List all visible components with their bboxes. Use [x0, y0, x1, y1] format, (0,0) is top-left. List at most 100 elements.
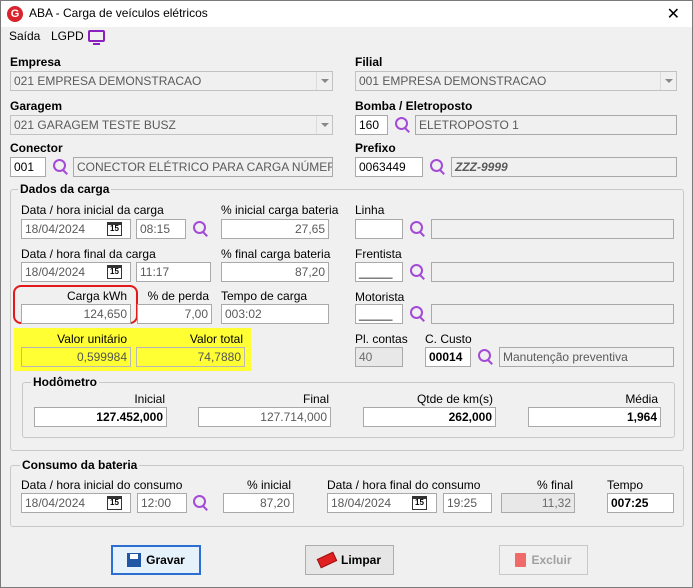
- calendar-icon[interactable]: 15: [107, 222, 122, 236]
- ccusto-label: C. Custo: [425, 332, 472, 346]
- hod-final-input[interactable]: 127.714,000: [198, 407, 331, 427]
- search-icon[interactable]: [408, 305, 426, 323]
- linha-label: Linha: [355, 203, 385, 217]
- prefixo-code-input[interactable]: 0063449: [355, 157, 423, 177]
- cons-hr-ini-input[interactable]: 12:00: [137, 493, 187, 513]
- bomba-desc-field: ELETROPOSTO 1: [415, 115, 677, 135]
- dt-ini-carga-date-value: 18/04/2024: [25, 222, 86, 236]
- main-window: G ABA - Carga de veículos elétricos ✕ Sa…: [0, 0, 693, 588]
- hodometro-title: Hodômetro: [31, 375, 99, 389]
- app-logo-icon: G: [7, 6, 23, 22]
- search-icon[interactable]: [428, 158, 446, 176]
- conector-code-input[interactable]: 001: [10, 157, 46, 177]
- limpar-button[interactable]: Limpar: [305, 545, 394, 575]
- pct-ini-input[interactable]: 27,65: [221, 219, 329, 239]
- hod-media-field: 1,964: [528, 407, 661, 427]
- cons-tempo-field: 007:25: [607, 493, 674, 513]
- frentista-desc-field: [431, 262, 674, 282]
- valor-unitario-field: 0,599984: [21, 347, 131, 367]
- search-icon[interactable]: [476, 348, 494, 366]
- ccusto-code-input[interactable]: 00014: [425, 347, 471, 367]
- chevron-down-icon[interactable]: [316, 116, 332, 134]
- valor-total-label: Valor total: [189, 332, 243, 346]
- cons-pct-fim-label: % final: [536, 478, 573, 492]
- valor-total-field: 74,7880: [136, 347, 245, 367]
- prefixo-label: Prefixo: [355, 141, 396, 155]
- trash-icon: [515, 553, 527, 567]
- cons-tempo-label: Tempo: [607, 478, 644, 492]
- plcontas-label: Pl. contas: [355, 332, 408, 346]
- dt-ini-carga-label: Data / hora inicial da carga: [21, 203, 164, 217]
- cons-pct-fim-field: 11,32: [501, 493, 575, 513]
- chevron-down-icon[interactable]: [316, 72, 332, 90]
- menu-bar: Saída LGPD: [1, 27, 692, 45]
- hod-final-label: Final: [302, 392, 329, 406]
- conector-desc-field: CONECTOR ELÉTRICO PARA CARGA NÚMERO UM: [73, 157, 333, 177]
- dt-fim-carga-date-value: 18/04/2024: [25, 265, 86, 279]
- filial-label: Filial: [355, 55, 383, 69]
- calendar-icon[interactable]: 15: [107, 496, 122, 510]
- cons-dt-fim-date-value: 18/04/2024: [331, 496, 392, 510]
- monitor-icon[interactable]: [88, 30, 105, 45]
- hod-qtde-label: Qtde de km(s): [416, 392, 493, 406]
- filial-select[interactable]: 001 EMPRESA DEMONSTRACAO: [355, 71, 677, 91]
- frentista-input[interactable]: _____: [355, 262, 403, 282]
- search-icon[interactable]: [191, 494, 209, 512]
- plcontas-field: 40: [355, 347, 403, 367]
- empresa-value: 021 EMPRESA DEMONSTRACAO: [14, 74, 202, 88]
- tempo-carga-label: Tempo de carga: [221, 289, 308, 303]
- perda-input[interactable]: 7,00: [137, 304, 212, 324]
- window-title: ABA - Carga de veículos elétricos: [29, 6, 208, 20]
- kwh-input[interactable]: 124,650: [21, 304, 131, 324]
- cons-dt-fim-label: Data / hora final do consumo: [327, 478, 481, 492]
- save-icon: [127, 553, 142, 567]
- dt-fim-carga-label: Data / hora final da carga: [21, 247, 156, 261]
- pct-ini-label: % inicial carga bateria: [221, 203, 339, 217]
- close-icon[interactable]: ✕: [667, 4, 680, 24]
- cons-dt-ini-date-value: 18/04/2024: [25, 496, 86, 510]
- calendar-icon[interactable]: 15: [412, 496, 427, 510]
- gravar-button[interactable]: Gravar: [111, 545, 201, 575]
- cons-pct-ini-input[interactable]: 87,20: [223, 493, 294, 513]
- kwh-label: Carga kWh: [66, 289, 127, 303]
- search-icon[interactable]: [191, 220, 209, 238]
- menu-saida[interactable]: Saída: [9, 29, 40, 43]
- hr-ini-carga-input[interactable]: 08:15: [136, 219, 186, 239]
- search-icon[interactable]: [51, 158, 69, 176]
- chevron-down-icon[interactable]: [660, 72, 676, 90]
- excluir-label: Excluir: [531, 553, 572, 567]
- hod-media-label: Média: [625, 392, 658, 406]
- hod-inicial-label: Inicial: [134, 392, 165, 406]
- hr-fim-carga-input[interactable]: 11:17: [136, 262, 211, 282]
- pct-fim-label: % final carga bateria: [221, 247, 331, 261]
- pct-fim-input[interactable]: 87,20: [221, 262, 329, 282]
- tempo-carga-field: 003:02: [221, 304, 329, 324]
- hod-inicial-input[interactable]: 127.452,000: [34, 407, 167, 427]
- cons-dt-ini-label: Data / hora inicial do consumo: [21, 478, 183, 492]
- search-icon[interactable]: [393, 116, 411, 134]
- motorista-input[interactable]: _____: [355, 304, 403, 324]
- motorista-desc-field: [431, 304, 674, 324]
- cons-pct-ini-label: % inicial: [246, 478, 291, 492]
- linha-input[interactable]: [355, 219, 403, 239]
- empresa-select[interactable]: 021 EMPRESA DEMONSTRACAO: [10, 71, 333, 91]
- empresa-label: Empresa: [10, 55, 61, 69]
- garagem-select[interactable]: 021 GARAGEM TESTE BUSZ: [10, 115, 333, 135]
- cons-hr-fim-input[interactable]: 19:25: [443, 493, 492, 513]
- title-bar: G ABA - Carga de veículos elétricos ✕: [1, 1, 692, 27]
- garagem-value: 021 GARAGEM TESTE BUSZ: [14, 118, 176, 132]
- excluir-button[interactable]: Excluir: [499, 545, 588, 575]
- ccusto-desc-field: Manutenção preventiva: [499, 347, 674, 367]
- motorista-label: Motorista: [355, 290, 405, 304]
- menu-lgpd[interactable]: LGPD: [51, 29, 84, 43]
- dados-carga-title: Dados da carga: [18, 182, 112, 196]
- filial-value: 001 EMPRESA DEMONSTRACAO: [359, 74, 547, 88]
- garagem-label: Garagem: [10, 99, 63, 113]
- frentista-label: Frentista: [355, 247, 402, 261]
- search-icon[interactable]: [408, 263, 426, 281]
- hod-qtde-field: 262,000: [363, 407, 496, 427]
- bomba-code-input[interactable]: 160: [355, 115, 388, 135]
- linha-desc-field: [431, 219, 674, 239]
- calendar-icon[interactable]: 15: [107, 265, 122, 279]
- search-icon[interactable]: [408, 220, 426, 238]
